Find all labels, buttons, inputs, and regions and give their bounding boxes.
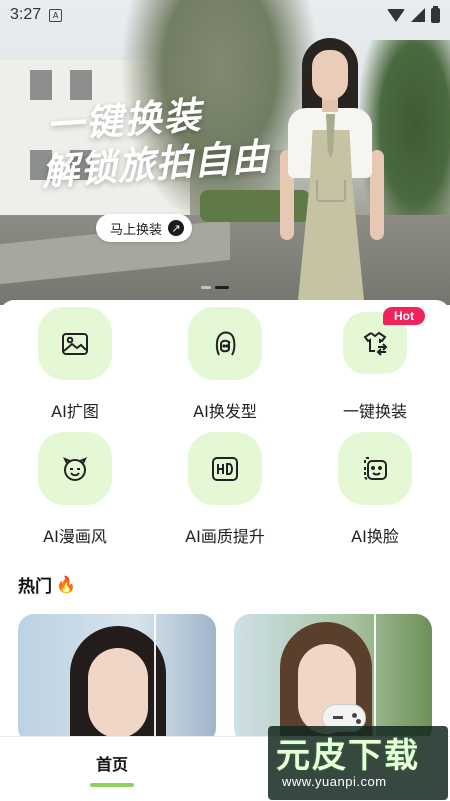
nav-home-label: 首页 <box>95 755 128 774</box>
feature-ai-enhance[interactable]: AI画质提升 <box>155 432 295 547</box>
signal-icon <box>411 8 425 22</box>
face-swap-icon <box>364 456 387 480</box>
feature-tile <box>338 432 412 505</box>
hot-section-label: 热门 <box>18 577 52 597</box>
arrow-up-right-icon: ↗ <box>168 220 185 236</box>
hero-banner[interactable]: 一键换装 解锁旅拍自由 马上换装 ↗ <box>0 0 450 305</box>
fire-icon: 🔥 <box>56 575 76 594</box>
comic-face-icon <box>62 456 88 481</box>
feature-label: AI漫画风 <box>43 527 107 546</box>
hot-card[interactable] <box>18 614 216 744</box>
nav-home-tab[interactable]: 首页 <box>70 737 154 801</box>
feature-tile <box>38 432 112 505</box>
feature-label: 一键换装 <box>342 402 407 421</box>
wifi-icon <box>387 8 405 22</box>
hd-icon <box>212 456 238 481</box>
watermark-url: www.yuanpi.com <box>282 774 387 789</box>
carousel-dot[interactable] <box>201 286 211 289</box>
status-bar: 3:27 A <box>0 0 450 30</box>
try-now-label: 马上换装 <box>110 222 163 238</box>
feature-ai-hairstyle[interactable]: AI换发型 <box>155 307 295 422</box>
compare-divider[interactable] <box>374 614 376 744</box>
feature-outfit-swap[interactable]: 一键换装 <box>305 307 445 422</box>
feature-label: AI换发型 <box>193 402 257 421</box>
banner-headline: 一键换装 解锁旅拍自由 <box>37 87 273 195</box>
feature-tile <box>188 432 262 505</box>
status-time: 3:27 <box>10 6 42 23</box>
hot-section-title: 热门 🔥 <box>18 572 76 597</box>
feature-label: AI换脸 <box>351 527 399 546</box>
compare-divider[interactable] <box>154 614 156 744</box>
image-expand-icon <box>62 332 88 355</box>
feature-label: AI画质提升 <box>185 527 265 546</box>
nav-active-indicator <box>90 783 134 787</box>
outfit-swap-icon <box>363 331 388 356</box>
feature-ai-comic[interactable]: AI漫画风 <box>5 432 145 547</box>
feature-tile <box>188 307 262 380</box>
battery-icon <box>431 5 440 23</box>
feature-ai-expand[interactable]: AI扩图 <box>5 307 145 422</box>
banner-model <box>280 30 400 305</box>
hot-badge: Hot <box>383 307 425 325</box>
notification-icon: A <box>49 8 63 22</box>
feature-ai-face-swap[interactable]: AI换脸 <box>305 432 445 547</box>
feature-tile <box>38 307 112 380</box>
carousel-indicator <box>201 286 229 289</box>
hairstyle-icon <box>215 331 236 356</box>
carousel-dot-active[interactable] <box>215 286 229 289</box>
try-now-button[interactable]: 马上换装 ↗ <box>96 214 193 242</box>
feature-label: AI扩图 <box>51 402 99 421</box>
watermark-text: 元皮下载 <box>276 736 420 776</box>
site-watermark: 元皮下载 www.yuanpi.com <box>268 726 448 800</box>
